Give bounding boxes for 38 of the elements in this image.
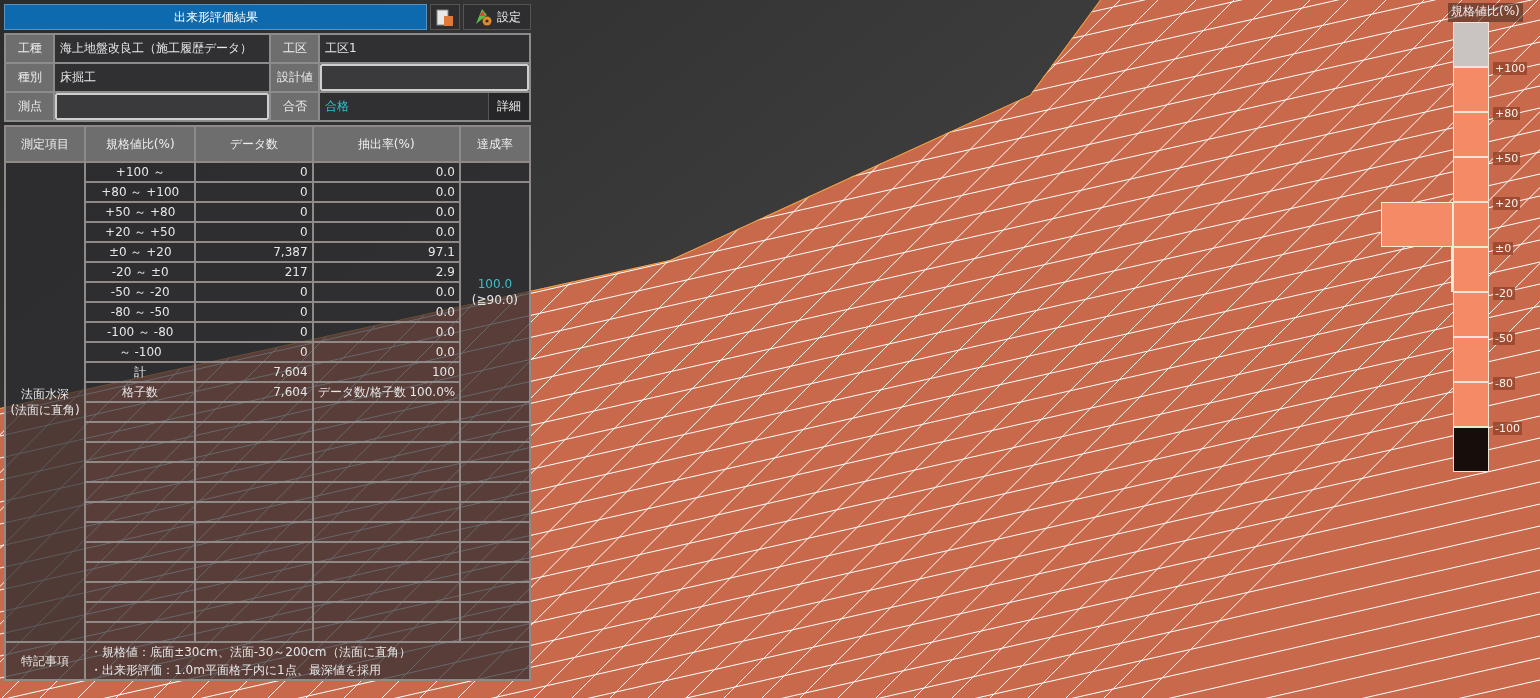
input-field[interactable]	[320, 64, 529, 91]
field-value: 床掘工	[55, 64, 269, 91]
field-value: 工区1	[320, 35, 529, 62]
measurement-item-cell: 法面水深 (法面に直角)	[5, 162, 86, 642]
note-text: ・出来形評価：1.0m平面格子内に1点、最深値を採用	[90, 662, 382, 679]
tick-label: ±0	[1493, 242, 1514, 255]
column-header: 達成率	[459, 126, 530, 162]
input-field[interactable]	[55, 93, 269, 120]
achievement-cell: 100.0 (≧90.0)	[459, 182, 530, 402]
clipboard-icon	[435, 7, 455, 27]
tick-label: +80	[1493, 107, 1521, 120]
field-value: 海上地盤改良工（施工履歴データ）	[55, 35, 269, 62]
panel-title: 出来形評価結果	[4, 4, 427, 30]
report-button[interactable]	[430, 4, 460, 30]
detail-button[interactable]: 詳細	[488, 93, 529, 120]
field-label: 設計値	[271, 64, 318, 91]
legend-title: 規格値比(%)	[1448, 3, 1523, 22]
tick-label: -100	[1493, 422, 1522, 435]
column-header: 規格値比(%)	[85, 126, 196, 162]
field-label: 種別	[6, 64, 53, 91]
tick-label: -80	[1493, 377, 1515, 390]
column-header: 測定項目	[5, 126, 86, 162]
field-label: 工区	[271, 35, 318, 62]
tick-label: +20	[1493, 197, 1521, 210]
tick-label: -50	[1493, 332, 1515, 345]
note-text: ・規格値：底面±30cm、法面-30～200cm（法面に直角）	[90, 644, 412, 661]
field-label: 工種	[6, 35, 53, 62]
tick-label: -20	[1493, 287, 1515, 300]
settings-button[interactable]: 設定	[463, 4, 531, 30]
column-header: データ数	[195, 126, 313, 162]
settings-icon	[473, 7, 493, 27]
notes-label: 特記事項	[5, 642, 86, 680]
field-label: 合否	[271, 93, 318, 120]
tick-label: +50	[1493, 152, 1521, 165]
field-label: 測点	[6, 93, 53, 120]
result-value: 合格	[325, 98, 349, 115]
column-header: 抽出率(%)	[312, 126, 460, 162]
tick-label: +100	[1493, 62, 1528, 75]
